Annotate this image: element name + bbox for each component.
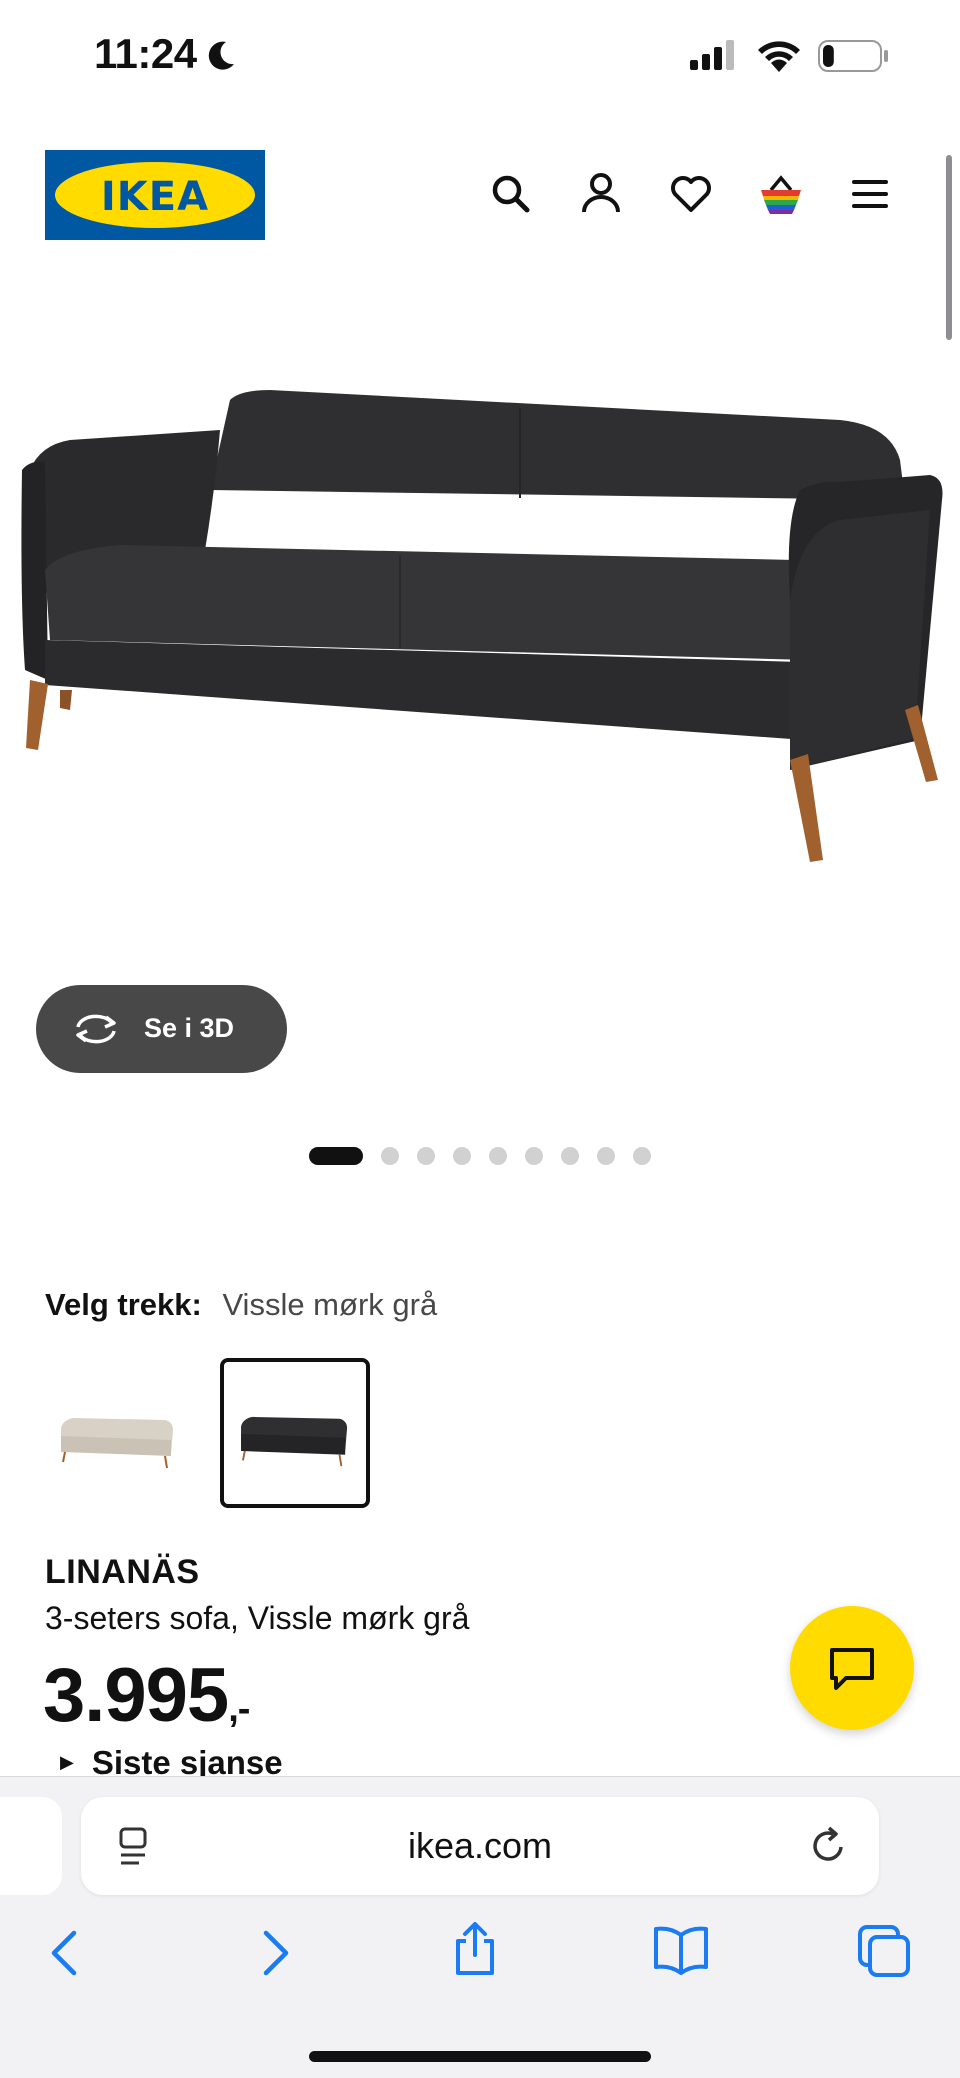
carousel-dot[interactable] [309, 1147, 363, 1165]
carousel-dot[interactable] [381, 1147, 399, 1165]
browser-toolbar: ikea.com [0, 1776, 960, 2078]
carousel-dot[interactable] [489, 1147, 507, 1165]
sofa-thumbnail-beige [61, 1418, 173, 1469]
product-description: 3-seters sofa, Vissle mørk grå [45, 1600, 470, 1636]
heart-icon[interactable] [667, 170, 715, 218]
carousel-dot[interactable] [525, 1147, 543, 1165]
chat-icon [830, 1648, 874, 1690]
product-image[interactable] [0, 350, 960, 990]
rotate-3d-icon [76, 1014, 116, 1044]
moon-icon [208, 41, 234, 70]
cover-selector: Velg trekk: Vissle mørk grå [45, 1287, 437, 1323]
view-3d-label: Se i 3D [144, 1013, 235, 1043]
swatch-beige[interactable] [45, 1358, 195, 1508]
ikea-logo[interactable]: IKEA [45, 150, 265, 240]
price-suffix: ,- [228, 1688, 250, 1730]
address-bar[interactable]: ikea.com [81, 1797, 879, 1895]
menu-icon[interactable] [846, 170, 894, 218]
url-text: ikea.com [407, 1825, 553, 1866]
swatch-dark-grey[interactable] [220, 1358, 370, 1508]
forward-icon[interactable] [254, 1927, 294, 1979]
share-icon[interactable] [450, 1921, 500, 1977]
view-3d-button[interactable]: Se i 3D [36, 985, 287, 1073]
account-icon[interactable] [577, 170, 625, 218]
product-price: 3.995,- [43, 1652, 250, 1739]
carousel-dots [0, 1145, 960, 1165]
product-name: LINANÄS [45, 1553, 200, 1591]
bookmarks-icon[interactable] [652, 1925, 710, 1975]
wifi-icon [758, 41, 800, 72]
carousel-dot[interactable] [417, 1147, 435, 1165]
back-icon[interactable] [46, 1927, 86, 1979]
battery-icon [818, 40, 888, 72]
triangle-icon: ▶ [60, 1752, 74, 1772]
status-bar: 11:24 [0, 0, 960, 110]
carousel-dot[interactable] [597, 1147, 615, 1165]
status-time: 11:24 [94, 30, 197, 77]
basket-icon[interactable] [757, 170, 805, 218]
carousel-dot[interactable] [561, 1147, 579, 1165]
logo-text: IKEA [100, 174, 210, 220]
last-chance-label: Siste sjanse [91, 1744, 283, 1778]
search-icon[interactable] [487, 170, 535, 218]
tabs-icon[interactable] [856, 1923, 912, 1977]
cover-label: Velg trekk: [45, 1287, 202, 1322]
chat-button[interactable] [790, 1606, 914, 1730]
cover-value: Vissle mørk grå [222, 1287, 438, 1322]
scrollbar[interactable] [946, 155, 952, 340]
signal-icon [690, 40, 734, 70]
reload-icon[interactable] [809, 1825, 849, 1867]
carousel-dot[interactable] [453, 1147, 471, 1165]
last-chance-badge: ▶ Siste sjanse [60, 1744, 283, 1778]
price-value: 3.995 [43, 1653, 229, 1738]
sofa-thumbnail-dark [241, 1416, 348, 1467]
carousel-dot[interactable] [633, 1147, 651, 1165]
previous-tab-card[interactable] [0, 1797, 62, 1895]
home-indicator[interactable] [309, 2051, 651, 2062]
